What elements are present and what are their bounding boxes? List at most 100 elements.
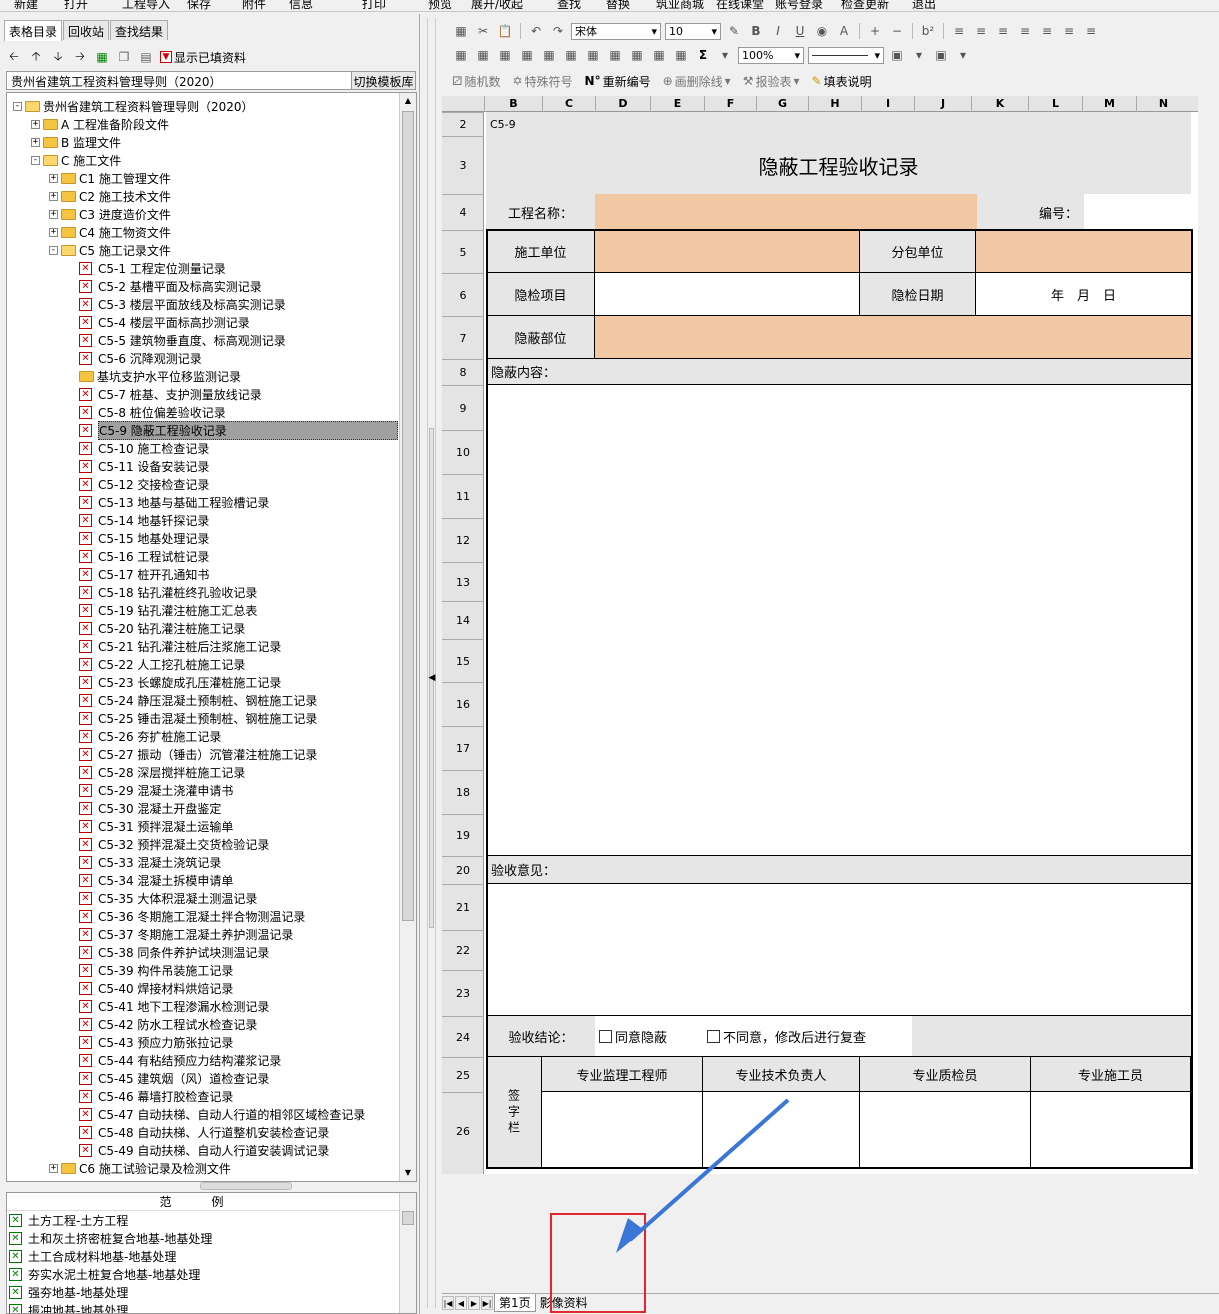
- tree-item[interactable]: - C 施工文件: [31, 151, 121, 169]
- plus-icon[interactable]: +: [866, 22, 884, 40]
- tree-item[interactable]: ✕ C5-34 混凝土拆模申请单: [67, 871, 233, 889]
- tab-table-directory[interactable]: 表格目录: [4, 20, 63, 41]
- tree-item[interactable]: ✕ C5-31 预拌混凝土运输单: [67, 817, 233, 835]
- align-right-icon[interactable]: ≡: [1016, 22, 1034, 40]
- expand-toggle-icon[interactable]: -: [49, 245, 58, 255]
- menu-item[interactable]: 替换: [606, 0, 630, 11]
- row-label[interactable]: 22: [442, 930, 484, 970]
- minus-icon[interactable]: −: [888, 22, 906, 40]
- row-label[interactable]: 24: [442, 1016, 484, 1057]
- row-label[interactable]: 11: [442, 474, 484, 518]
- row-label[interactable]: 23: [442, 970, 484, 1016]
- expand-toggle-icon[interactable]: +: [49, 209, 58, 219]
- tree-item[interactable]: ✕ C5-6 沉降观测记录: [67, 349, 202, 367]
- fill-instructions-button[interactable]: ✎ 填表说明: [812, 73, 872, 90]
- prev-sheet-icon[interactable]: ◀: [455, 1295, 467, 1310]
- column-label[interactable]: F: [704, 96, 756, 112]
- zoom-select[interactable]: 100% ▾: [738, 46, 804, 64]
- split-cells-icon[interactable]: ▦: [518, 46, 536, 64]
- column-label[interactable]: B: [484, 96, 542, 112]
- menu-item[interactable]: 查找: [557, 0, 581, 11]
- grid-icon[interactable]: ▦: [474, 46, 492, 64]
- column-label[interactable]: I: [861, 96, 914, 112]
- expand-toggle-icon[interactable]: -: [31, 155, 40, 165]
- strikethrough-button[interactable]: ⊕ 画删除线 ▾: [663, 73, 731, 90]
- tree-item[interactable]: ✕ C5-19 钻孔灌注桩施工汇总表: [67, 601, 257, 619]
- row-label[interactable]: 25: [442, 1057, 484, 1092]
- redo-icon[interactable]: ↷: [549, 22, 567, 40]
- menu-item[interactable]: 附件: [242, 0, 266, 11]
- border-icon[interactable]: ▣: [888, 46, 906, 64]
- spreadsheet[interactable]: BCDEFGHIJKLMN 2 3 4 5 6 7 8 9 10 11 12 13 14 15 16 17 18…: [442, 96, 1198, 1174]
- inspection-item-label[interactable]: 隐检项目: [486, 273, 595, 316]
- tree-item[interactable]: ✕ C5-12 交接检查记录: [67, 475, 209, 493]
- chevron-down-icon[interactable]: ▾: [716, 46, 734, 64]
- tree-item[interactable]: ✕ C5-17 桩开孔通知书: [67, 565, 209, 583]
- valign-icon[interactable]: ≡: [1060, 22, 1078, 40]
- tree-item[interactable]: ✕ C5-29 混凝土浇灌申请书: [67, 781, 233, 799]
- arrow-down-icon[interactable]: 🡣: [50, 49, 66, 65]
- tree-item[interactable]: + C2 施工技术文件: [49, 187, 171, 205]
- example-item[interactable]: ✕ 振冲地基-地基处理: [7, 1301, 416, 1313]
- row-label[interactable]: 16: [442, 682, 484, 726]
- column-label[interactable]: L: [1028, 96, 1082, 112]
- menu-item[interactable]: 工程导入: [122, 0, 170, 11]
- number-input[interactable]: [1084, 194, 1191, 230]
- format-painter-icon[interactable]: ✎: [725, 22, 743, 40]
- image-icon[interactable]: ▦: [628, 46, 646, 64]
- scroll-thumb[interactable]: [402, 111, 414, 921]
- italic-icon[interactable]: I: [769, 22, 787, 40]
- tree-item[interactable]: ✕ C5-27 振动（锤击）沉管灌注桩施工记录: [67, 745, 317, 763]
- example-item[interactable]: ✕ 强夯地基-地基处理: [7, 1283, 416, 1301]
- tree-item[interactable]: + C3 进度造价文件: [49, 205, 171, 223]
- inspection-item-input[interactable]: [595, 273, 860, 316]
- insert-col-icon[interactable]: ▦: [562, 46, 580, 64]
- row-label[interactable]: 15: [442, 639, 484, 682]
- arrow-up-icon[interactable]: 🡡: [28, 49, 44, 65]
- insert-row-icon[interactable]: ▦: [540, 46, 558, 64]
- collapse-left-icon[interactable]: ◀: [428, 673, 436, 683]
- row-label[interactable]: 10: [442, 430, 484, 474]
- row-label[interactable]: 14: [442, 601, 484, 639]
- examples-scrollbar[interactable]: [399, 1193, 416, 1313]
- inspection-date-input[interactable]: 年 月 日: [976, 273, 1191, 316]
- row-label[interactable]: 20: [442, 856, 484, 884]
- superscript-icon[interactable]: b²: [919, 22, 937, 40]
- tree-item[interactable]: ✕ C5-49 自动扶梯、自动人行道安装调试记录: [67, 1141, 329, 1159]
- tree-item[interactable]: + C6 施工试验记录及检测文件: [49, 1159, 231, 1177]
- tree-item[interactable]: ✕ C5-25 锤击混凝土预制桩、钢桩施工记录: [67, 709, 317, 727]
- tree-item[interactable]: ✕ C5-4 楼层平面标高抄测记录: [67, 313, 250, 331]
- scroll-up-icon[interactable]: ▲: [400, 93, 416, 109]
- chevron-down-icon[interactable]: ▾: [910, 46, 928, 64]
- delete-icon[interactable]: ▦: [584, 46, 602, 64]
- acceptance-opinion-label[interactable]: 验收意见：: [486, 856, 1191, 884]
- tree-item[interactable]: - 贵州省建筑工程资料管理导则（2020）: [13, 97, 254, 115]
- chevron-down-icon[interactable]: ▾: [954, 46, 972, 64]
- agree-checkbox[interactable]: [599, 1029, 612, 1043]
- column-label[interactable]: D: [595, 96, 650, 112]
- table-style-icon[interactable]: ▦: [496, 46, 514, 64]
- menu-item[interactable]: 筑业商城: [656, 0, 704, 11]
- underline-icon[interactable]: U: [791, 22, 809, 40]
- signer-signature[interactable]: [1031, 1092, 1191, 1168]
- tree-item[interactable]: ✕ C5-33 混凝土浇筑记录: [67, 853, 221, 871]
- tree-item[interactable]: ✕ C5-42 防水工程试水检查记录: [67, 1015, 257, 1033]
- line-style-select[interactable]: ▾: [808, 46, 884, 64]
- lock-icon[interactable]: ▦: [606, 46, 624, 64]
- formula-icon[interactable]: ▦: [672, 46, 690, 64]
- tree-item[interactable]: ✕ C5-18 钻孔灌桩终孔验收记录: [67, 583, 257, 601]
- expand-toggle-icon[interactable]: +: [49, 1163, 58, 1173]
- arrow-right-icon[interactable]: 🡢: [72, 49, 88, 65]
- tree-item[interactable]: ✕ C5-39 构件吊装施工记录: [67, 961, 233, 979]
- row-label[interactable]: 17: [442, 726, 484, 770]
- column-label[interactable]: K: [971, 96, 1028, 112]
- number-label[interactable]: 编号：: [977, 194, 1084, 230]
- hidden-part-label[interactable]: 隐蔽部位: [486, 316, 595, 359]
- example-item[interactable]: ✕ 土工合成材料地基-地基处理: [7, 1247, 416, 1265]
- inspection-form-button[interactable]: ⚒ 报验表 ▾: [743, 73, 800, 90]
- menu-item[interactable]: 打印: [362, 0, 386, 11]
- scissors-icon[interactable]: ✂: [474, 22, 492, 40]
- row-label[interactable]: 19: [442, 814, 484, 856]
- tree-item[interactable]: ✕ C5-22 人工挖孔桩施工记录: [67, 655, 245, 673]
- tree-item[interactable]: ✕ C5-23 长螺旋成孔压灌桩施工记录: [67, 673, 281, 691]
